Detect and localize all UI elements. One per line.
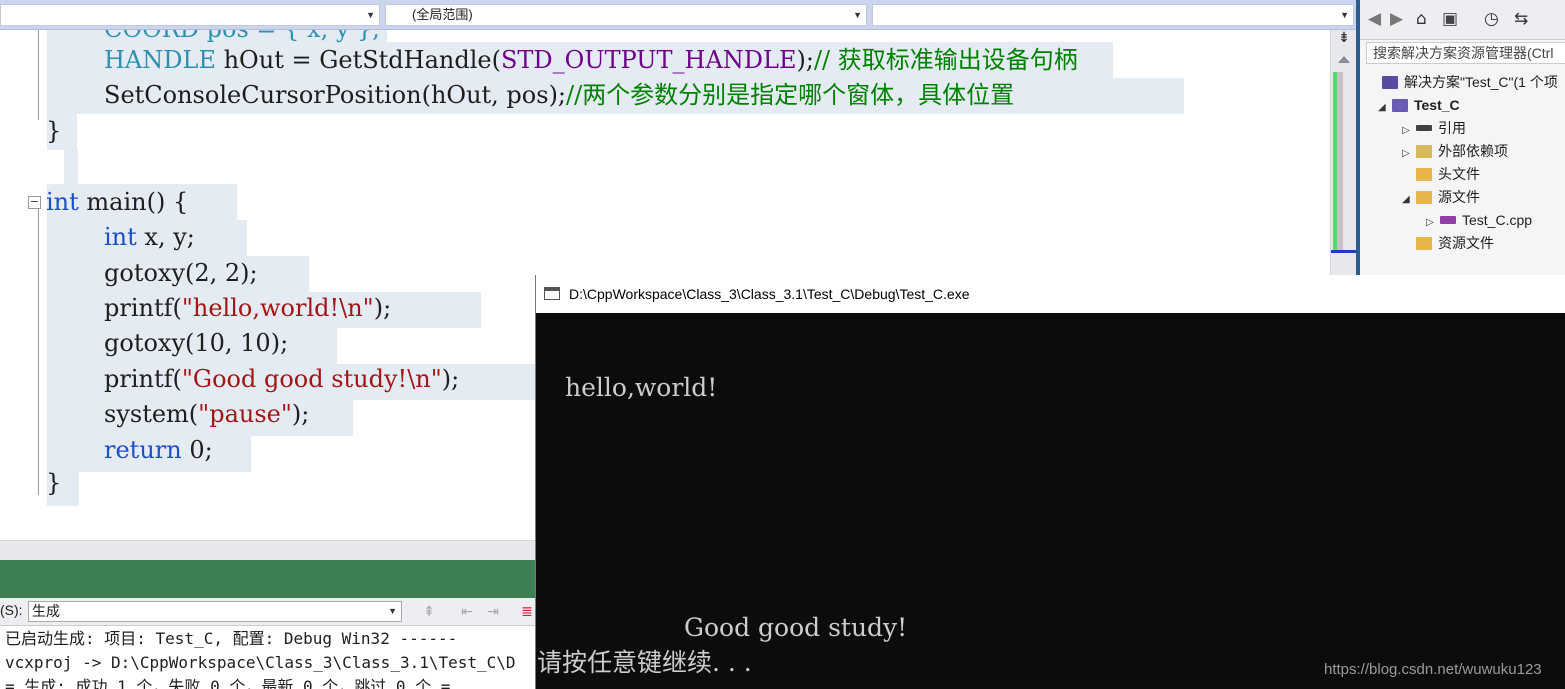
editor-navigation-bar: ▼ (全局范围) ▼ ▼ <box>0 0 1356 30</box>
folder-icon <box>1416 191 1432 204</box>
code-line-gotoxy-2: gotoxy(10, 10); <box>104 329 289 357</box>
collapsed-arrow-icon[interactable]: ▷ <box>1426 212 1440 234</box>
split-window-icon[interactable]: ⇟ <box>1335 30 1353 50</box>
solution-icon <box>1382 76 1398 89</box>
chevron-down-icon: ▼ <box>1340 10 1349 20</box>
code-line-main: int main() { <box>46 188 189 216</box>
external-dependencies-icon <box>1416 145 1432 158</box>
code-line-decl: int x, y; <box>104 223 195 251</box>
solution-explorer: ◀ ▶ ⌂ ▣ ◷ ⇆ 搜索解决方案资源管理器(Ctrl 解决方案"Test_C… <box>1356 0 1565 275</box>
collapse-toggle-icon[interactable]: − <box>28 196 41 209</box>
collapsed-arrow-icon[interactable]: ▷ <box>1402 143 1416 165</box>
chevron-down-icon: ▼ <box>853 10 862 20</box>
solution-explorer-toolbar: ◀ ▶ ⌂ ▣ ◷ ⇆ <box>1360 0 1565 40</box>
project-icon <box>1392 99 1408 112</box>
code-line-close: } <box>46 469 62 497</box>
console-line-hello: hello,world! <box>565 373 718 402</box>
chevron-down-icon: ▼ <box>388 606 397 616</box>
collapsed-arrow-icon[interactable]: ▷ <box>1402 120 1416 142</box>
history-icon[interactable]: ◷ <box>1484 9 1499 29</box>
tree-item-header-files[interactable]: 头文件 <box>1416 163 1480 185</box>
change-tracking-bar <box>1333 72 1337 252</box>
watermark: https://blog.csdn.net/wuwuku123 <box>1324 661 1542 678</box>
console-title-bar[interactable]: D:\CppWorkspace\Class_3\Class_3.1\Test_C… <box>536 275 1565 313</box>
editor-vertical-scrollbar[interactable]: ⇟ <box>1330 30 1357 280</box>
cpp-file-icon <box>1440 216 1456 224</box>
references-icon <box>1416 125 1432 131</box>
output-line: = 生成: 成功 1 个，失败 0 个，最新 0 个，跳过 0 个 = <box>5 677 451 689</box>
tree-item-resource-files[interactable]: 资源文件 <box>1416 232 1494 254</box>
tree-item-external-deps[interactable]: ▷ 外部依赖项 <box>1402 140 1508 162</box>
output-line: 已启动生成: 项目: Test_C, 配置: Debug Win32 -----… <box>5 629 458 648</box>
solution-search-input[interactable]: 搜索解决方案资源管理器(Ctrl <box>1366 42 1565 64</box>
tree-item-solution[interactable]: 解决方案"Test_C"(1 个项 <box>1382 71 1558 93</box>
cursor-position-marker <box>1331 250 1357 253</box>
back-icon[interactable]: ◀ <box>1368 9 1381 29</box>
output-source-label: (S): <box>0 602 23 618</box>
console-app-icon <box>544 287 560 300</box>
code-line-gotoxy-1: gotoxy(2, 2); <box>104 259 258 287</box>
find-next-icon[interactable]: ⇥ <box>482 601 504 623</box>
go-to-previous-message-icon[interactable]: ⇞ <box>418 601 440 623</box>
editor-horizontal-scrollbar[interactable] <box>0 540 535 560</box>
folder-icon <box>1416 168 1432 181</box>
code-line-return: return 0; <box>104 436 213 464</box>
console-window[interactable]: D:\CppWorkspace\Class_3\Class_3.1\Test_C… <box>535 275 1565 689</box>
scope-dropdown[interactable]: (全局范围) ▼ <box>385 4 867 26</box>
code-line-2: HANDLE hOut = GetStdHandle(STD_OUTPUT_HA… <box>104 46 1078 74</box>
output-text: 已启动生成: 项目: Test_C, 配置: Debug Win32 -----… <box>0 627 535 689</box>
switch-views-icon[interactable]: ▣ <box>1442 9 1458 29</box>
console-title: D:\CppWorkspace\Class_3\Class_3.1\Test_C… <box>569 286 970 302</box>
folder-icon <box>1416 237 1432 250</box>
code-line-system: system("pause"); <box>104 400 310 428</box>
console-line-pause: 请按任意键继续. . . <box>537 648 752 677</box>
output-toolbar: (S): 生成 ▼ ⇞ ⇤ ⇥ ≣ <box>0 598 535 626</box>
tree-item-test-c-cpp[interactable]: ▷ Test_C.cpp <box>1426 209 1532 231</box>
output-line: vcxproj -> D:\CppWorkspace\Class_3\Class… <box>5 653 516 672</box>
member-dropdown[interactable]: ▼ <box>872 4 1354 26</box>
code-line-4: } <box>46 117 62 145</box>
scroll-up-icon[interactable] <box>1338 56 1350 63</box>
console-line-good-study: Good good study! <box>684 613 908 642</box>
output-panel-header <box>0 560 535 598</box>
tree-item-source-files[interactable]: ◢ 源文件 <box>1402 186 1480 208</box>
chevron-down-icon: ▼ <box>366 10 375 20</box>
tree-item-references[interactable]: ▷ 引用 <box>1402 117 1466 139</box>
project-dropdown[interactable]: ▼ <box>0 4 380 26</box>
expanded-arrow-icon[interactable]: ◢ <box>1378 97 1392 119</box>
code-line-printf-1: printf("hello,world!\n"); <box>104 294 392 322</box>
sync-icon[interactable]: ⇆ <box>1514 9 1528 29</box>
forward-icon[interactable]: ▶ <box>1390 9 1403 29</box>
code-line-3: SetConsoleCursorPosition(hOut, pos);//两个… <box>104 81 1015 109</box>
find-previous-icon[interactable]: ⇤ <box>456 601 478 623</box>
output-source-select[interactable]: 生成 ▼ <box>28 601 402 622</box>
expanded-arrow-icon[interactable]: ◢ <box>1402 189 1416 211</box>
code-line-printf-2: printf("Good good study!\n"); <box>104 365 460 393</box>
home-icon[interactable]: ⌂ <box>1416 9 1427 29</box>
scope-dropdown-value: (全局范围) <box>412 7 473 22</box>
tree-item-project[interactable]: ◢ Test_C <box>1378 94 1460 116</box>
